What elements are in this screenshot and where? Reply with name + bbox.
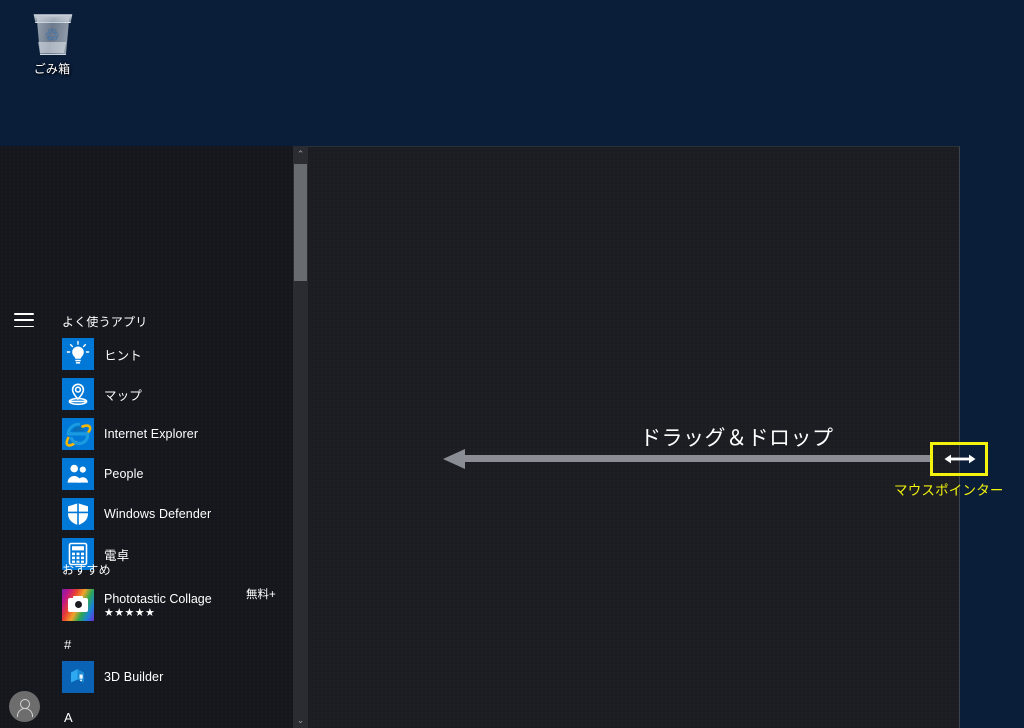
app-label: ヒント [104,348,142,363]
app-row-tips[interactable]: ヒント [48,334,293,374]
app-label: 3D Builder [104,670,164,684]
letter-header-hash[interactable]: # [64,637,71,652]
app-label: People [104,467,144,481]
app-label: Windows Defender [104,507,212,521]
user-avatar-icon [8,690,40,722]
recycle-symbol-icon: ♲ [44,26,60,45]
camera-collage-icon [62,589,94,621]
app-label: Internet Explorer [104,427,199,441]
app-row-maps[interactable]: マップ [48,374,293,414]
people-icon [62,458,94,490]
map-pin-icon [62,378,94,410]
internet-explorer-icon [62,418,94,450]
app-row-internet-explorer[interactable]: Internet Explorer [48,414,293,454]
user-account-button[interactable] [0,684,48,728]
start-menu: よく使うアプリ ヒント マップ Internet Explorer People… [0,146,308,728]
app-label: マップ [104,388,142,403]
recycle-bin-label: ごみ箱 [33,62,71,76]
rating-stars: ★★★★★ [104,606,156,619]
shield-icon [62,498,94,530]
hamburger-menu-button[interactable] [0,298,48,342]
scrollbar-thumb[interactable] [294,164,307,281]
most-used-header: よく使うアプリ [62,315,148,329]
desktop-screen: ♲ ごみ箱 よく使うアプリ ヒント マップ Internet Explorer … [0,0,1024,728]
app-row-people[interactable]: People [48,454,293,494]
hamburger-icon [14,313,34,327]
recycle-bin-icon: ♲ [29,8,75,56]
letter-header-a[interactable]: A [64,710,73,725]
lightbulb-icon [62,338,94,370]
app-row-3d-builder[interactable]: 3D Builder [48,657,293,697]
start-menu-app-list[interactable]: よく使うアプリ ヒント マップ Internet Explorer People… [48,146,293,728]
scrollbar-down-arrow-icon[interactable]: ⌄ [293,712,308,728]
suggested-header: おすすめ [62,563,111,577]
suggested-app-price: 無料+ [246,589,276,601]
desktop-icon-recycle-bin[interactable]: ♲ ごみ箱 [14,8,90,77]
3d-builder-icon [62,661,94,693]
scrollbar-up-arrow-icon[interactable]: ⌃ [293,146,308,162]
start-menu-rail [0,146,48,728]
app-row-windows-defender[interactable]: Windows Defender [48,494,293,534]
suggested-app-name: Phototastic Collage [104,591,212,606]
start-menu-scrollbar[interactable]: ⌃ ⌄ [293,146,308,728]
